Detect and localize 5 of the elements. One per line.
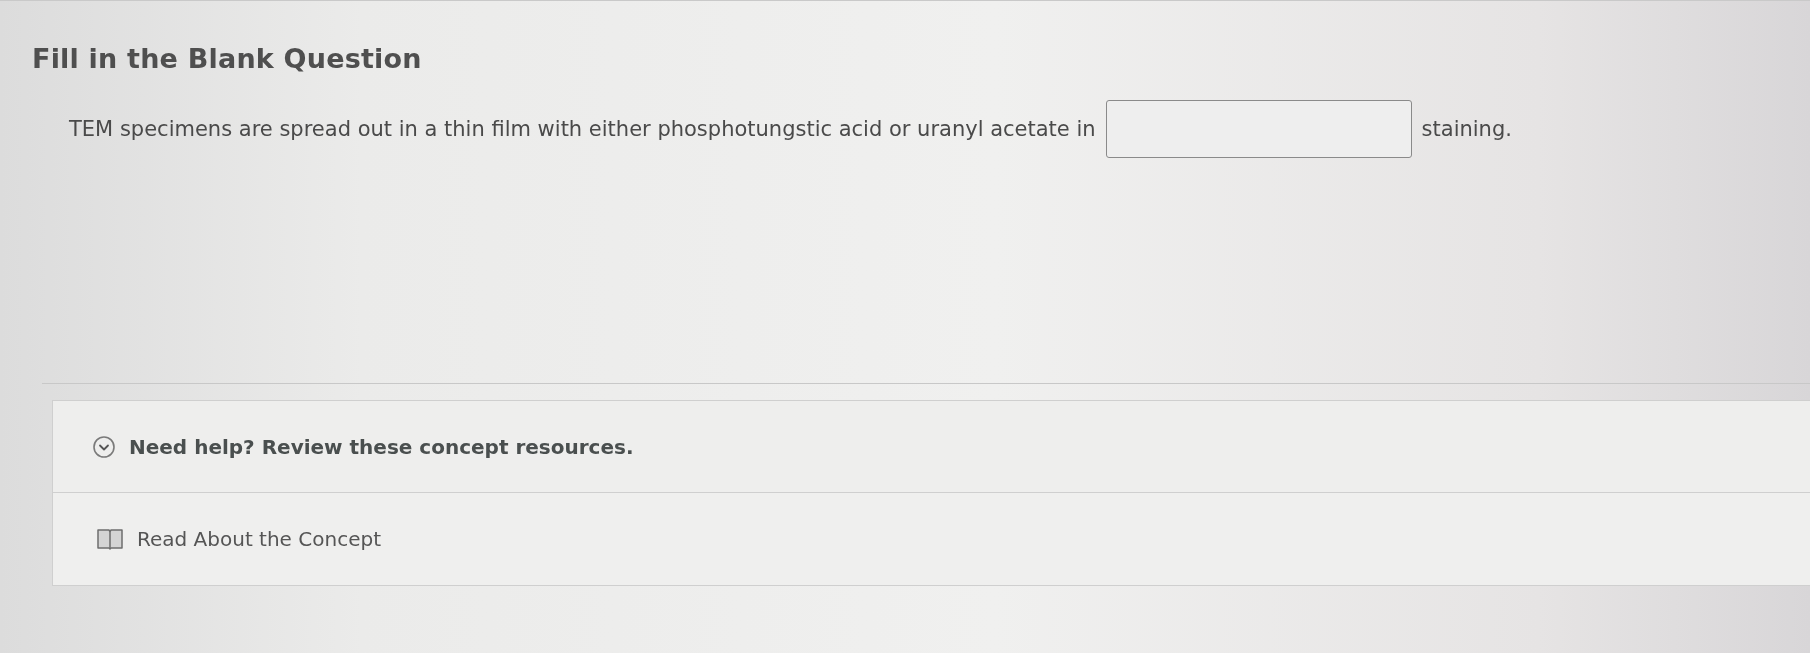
book-icon [97,528,123,550]
question-title: Fill in the Blank Question [32,43,422,74]
answer-box[interactable] [1105,100,1412,158]
question-text: staining. [1421,117,1512,141]
question-text: TEM specimens are spread out in a thin film with either phosphotungstic acid or uranyl acetate in [69,117,1096,141]
